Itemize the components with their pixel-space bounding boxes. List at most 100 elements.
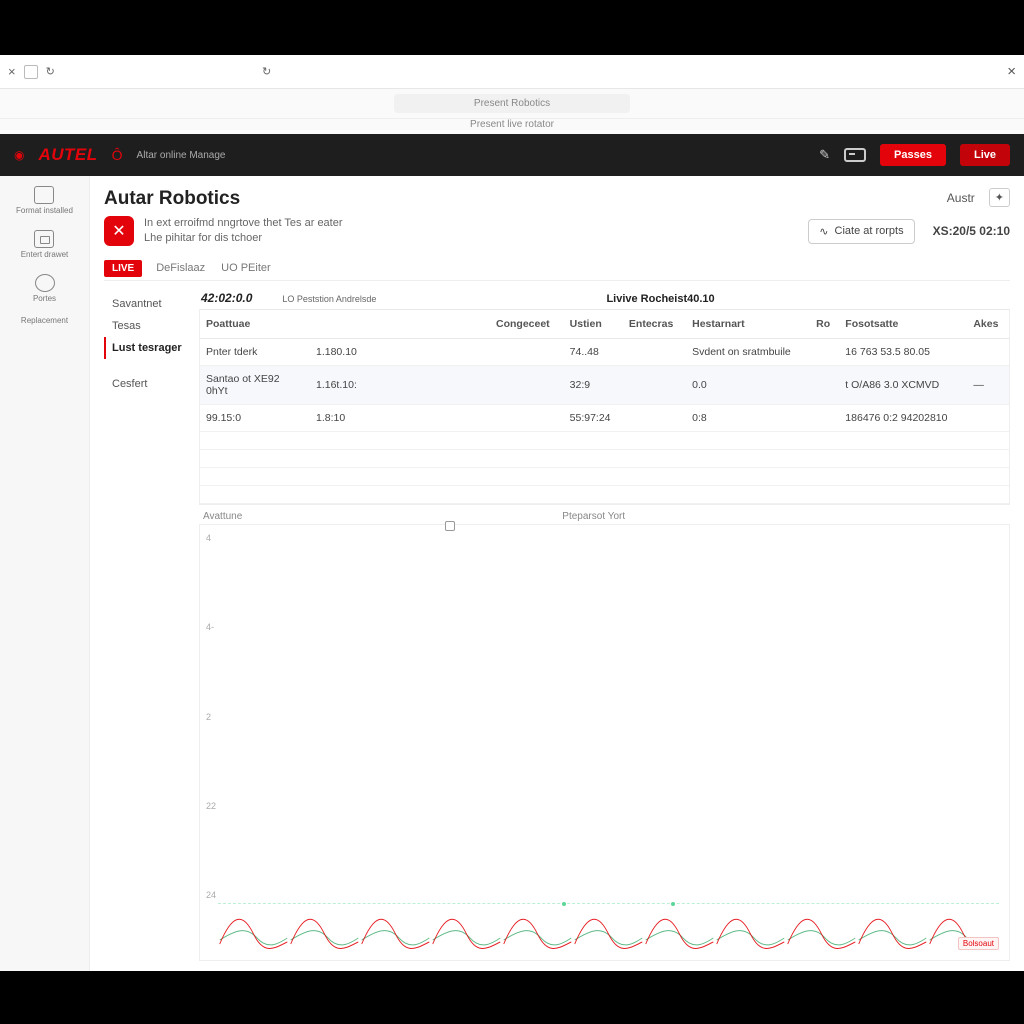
table-cell: 1.180.10: [310, 339, 490, 366]
table-row[interactable]: Santao ot XE92 0hYt1.16t.10:32:90.0t O/A…: [200, 366, 1009, 405]
create-report-button[interactable]: ∿ Ciate at rorpts: [808, 219, 914, 244]
axis-label-right: Pteparsot Yort: [562, 511, 625, 522]
table-cell: 99.15:0: [200, 405, 310, 432]
rail-item-portes[interactable]: Portes: [33, 274, 56, 304]
col-hestarnart[interactable]: Hestarnart: [686, 310, 810, 339]
table-cell: [810, 339, 839, 366]
desc-line1: In ext erroifmd nngrtove thet Tes ar eat…: [144, 216, 343, 231]
sparkline-row: Bolsoaut: [218, 904, 999, 950]
table-cell: 16 763 53.5 80.05: [839, 339, 967, 366]
spark-badge: Bolsoaut: [958, 937, 999, 950]
col-congeceet[interactable]: Congeceet: [490, 310, 564, 339]
rail-item-format[interactable]: Format installed: [16, 186, 73, 216]
table-row-empty: [200, 450, 1009, 468]
page-title: Autar Robotics: [104, 188, 240, 210]
panel-section-label: Livive Rocheist40.10: [606, 293, 714, 305]
rail-label: Replacement: [21, 317, 68, 326]
table-cell: Svdent on sratmbuile: [686, 339, 810, 366]
side-menu: Savantnet Tesas Lust tesrager Cesfert: [104, 287, 199, 971]
table-cell: Pnter tderk: [200, 339, 310, 366]
url-subtitle: Present live rotator: [0, 119, 1024, 134]
chart-area[interactable]: 44-22224 Bolsoaut: [199, 524, 1010, 961]
table-cell: [623, 405, 686, 432]
header-dot-icon: ◉: [14, 148, 24, 162]
card-icon[interactable]: [844, 148, 866, 162]
col-entecras[interactable]: Entecras: [623, 310, 686, 339]
brand-logo[interactable]: AUTEL: [38, 145, 97, 165]
col-akes[interactable]: Akes: [967, 310, 1009, 339]
header-subtitle: Altar online Manage: [137, 150, 226, 161]
flame-icon: Ô: [112, 147, 123, 163]
star-icon[interactable]: ✦: [989, 188, 1010, 207]
tabs: LIVE DeFislaaz UO PEiter: [104, 258, 1010, 281]
table-cell: [967, 339, 1009, 366]
live-button[interactable]: Live: [960, 144, 1010, 166]
page-description: In ext erroifmd nngrtove thet Tes ar eat…: [144, 216, 343, 246]
main-panel: Autar Robotics Austr ✦ ✕ In ext erroifmd…: [90, 176, 1024, 971]
window-close-icon[interactable]: ×: [1007, 63, 1016, 80]
app-header: ◉ AUTEL Ô Altar online Manage ✎ Passes L…: [0, 134, 1024, 176]
camera-icon: [34, 186, 54, 204]
app-viewport: × ↻ ↻ × Present Robotics Present live ro…: [0, 55, 1024, 971]
table-cell: t O/A86 3.0 XCMVD: [839, 366, 967, 405]
table-row[interactable]: 99.15:01.8:1055:97:240:8186476 0:2 94202…: [200, 405, 1009, 432]
wave-icon: ∿: [819, 225, 828, 238]
rail-label: Format installed: [16, 207, 73, 216]
col-ustien[interactable]: Ustien: [564, 310, 623, 339]
table-row[interactable]: Pnter tderk1.180.1074..48Svdent on sratm…: [200, 339, 1009, 366]
axis-label-left: Avattune: [203, 511, 242, 522]
page-timestamp: XS:20/5 02:10: [933, 224, 1010, 238]
nav-rail: Format installed Entert drawet Portes Re…: [0, 176, 90, 971]
col-ro[interactable]: Ro: [810, 310, 839, 339]
table-header-row: Poattuae Congeceet Ustien Entecras Hesta…: [200, 310, 1009, 339]
rail-label: Entert drawet: [21, 251, 69, 260]
tab-defislaaz[interactable]: DeFislaaz: [154, 258, 207, 278]
table-row-empty: [200, 432, 1009, 450]
menu-savantnet[interactable]: Savantnet: [104, 293, 199, 315]
table-cell: [810, 405, 839, 432]
tab-refresh-icon[interactable]: ↻: [46, 65, 55, 78]
y-tick: 4: [206, 533, 216, 543]
table-cell: 55:97:24: [564, 405, 623, 432]
refresh-icon[interactable]: ↻: [262, 65, 271, 78]
app-icon: ✕: [104, 216, 134, 246]
panel-timestamp: 42:02:0.0: [201, 291, 252, 305]
close-tab-icon[interactable]: ×: [8, 64, 16, 79]
table-cell: 0:8: [686, 405, 810, 432]
table-cell: [490, 366, 564, 405]
chart-axis-labels: Avattune Pteparsot Yort: [199, 505, 1010, 524]
menu-lusttesrager[interactable]: Lust tesrager: [104, 337, 199, 359]
table-row-empty: [200, 486, 1009, 504]
rail-label: Portes: [33, 295, 56, 304]
robot-icon: [34, 230, 54, 248]
rail-item-drawet[interactable]: Entert drawet: [21, 230, 69, 260]
menu-tesas[interactable]: Tesas: [104, 315, 199, 337]
tab-favicon-icon: [24, 65, 38, 79]
edit-icon[interactable]: ✎: [819, 147, 830, 163]
slider-handle-icon[interactable]: [445, 521, 455, 531]
data-table: Poattuae Congeceet Ustien Entecras Hesta…: [199, 309, 1010, 505]
y-tick: 24: [206, 890, 216, 900]
table-cell: [490, 405, 564, 432]
col-fosotsatte[interactable]: Fosotsatte: [839, 310, 967, 339]
table-cell: 1.8:10: [310, 405, 490, 432]
table-cell: 0.0: [686, 366, 810, 405]
table-cell: 1.16t.10:: [310, 366, 490, 405]
tab-uopeiter[interactable]: UO PEiter: [219, 258, 273, 278]
menu-cesfert[interactable]: Cesfert: [104, 373, 199, 395]
y-ticks: 44-22224: [206, 533, 216, 900]
gear-icon: [35, 274, 55, 292]
table-cell: —: [967, 366, 1009, 405]
y-tick: 4-: [206, 622, 216, 632]
page-right-label: Austr: [947, 191, 975, 205]
panel-ts-label: LO Peststion Andrelsde: [282, 294, 376, 304]
table-cell: Santao ot XE92 0hYt: [200, 366, 310, 405]
url-pill[interactable]: Present Robotics: [394, 94, 630, 113]
passes-button[interactable]: Passes: [880, 144, 946, 166]
y-tick: 22: [206, 801, 216, 811]
table-row-empty: [200, 468, 1009, 486]
col-poattuae[interactable]: Poattuae: [200, 310, 310, 339]
col-val[interactable]: [310, 310, 490, 339]
panel-header: 42:02:0.0 LO Peststion Andrelsde Livive …: [199, 287, 1010, 309]
rail-item-replacement[interactable]: Replacement: [21, 317, 68, 326]
